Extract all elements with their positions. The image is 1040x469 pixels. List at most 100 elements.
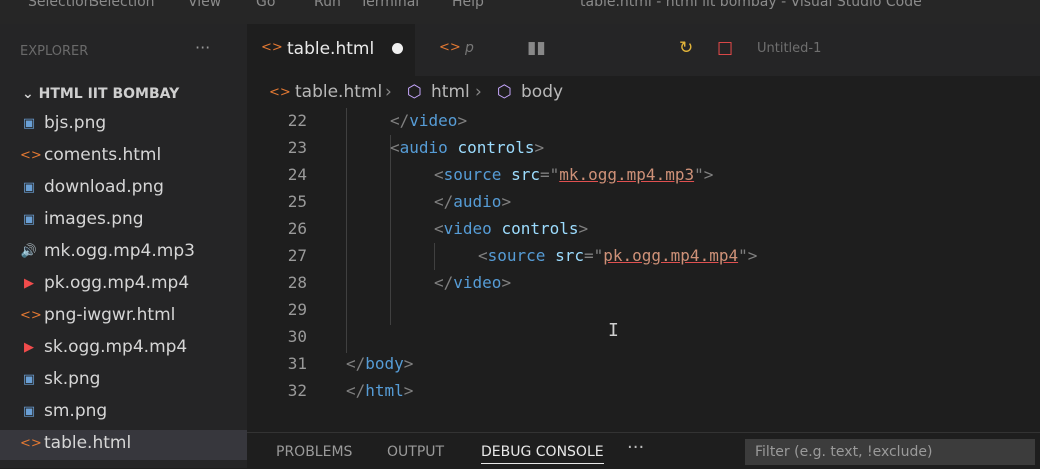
code-token: > xyxy=(457,111,468,130)
line-number: 32 xyxy=(287,381,307,400)
element-cube-icon: ⬡ xyxy=(407,82,422,102)
line-number: 26 xyxy=(287,219,307,238)
code-token: audio xyxy=(399,138,448,157)
code-token: > xyxy=(501,273,512,292)
code-token: video xyxy=(443,219,492,238)
tab-second[interactable]: <> p xyxy=(417,24,577,76)
code-token: controls xyxy=(447,138,535,157)
line-number: 27 xyxy=(287,246,307,265)
file-name: mk.ogg.mp4.mp3 xyxy=(44,241,195,261)
image-file-icon: ▣ xyxy=(22,404,36,419)
code-line[interactable]: 22 </video> xyxy=(247,108,1040,135)
line-number: 22 xyxy=(287,111,307,130)
breadcrumb-body[interactable]: body xyxy=(521,82,563,102)
audio-file-icon: 🔊 xyxy=(20,244,38,259)
file-item[interactable]: ▣ sm.png xyxy=(0,398,247,428)
code-line[interactable]: 23 <audio controls> xyxy=(247,135,1040,162)
tab-label: table.html xyxy=(287,39,375,59)
code-line[interactable]: 24 <source src="mk.ogg.mp4.mp3"> xyxy=(247,162,1040,189)
code-line[interactable]: 31 </body> xyxy=(247,351,1040,378)
code-text: <source src="pk.ogg.mp4.mp4"> xyxy=(478,246,757,265)
image-file-icon: ▣ xyxy=(22,372,36,387)
video-file-icon: ▶ xyxy=(24,276,34,291)
menu-bar: Selection Selection View Go Run Terminal… xyxy=(0,0,1040,24)
explorer-more-button[interactable]: ··· xyxy=(195,38,210,57)
code-token: video xyxy=(409,111,458,130)
code-line[interactable]: 27 <source src="pk.ogg.mp4.mp4"> xyxy=(247,243,1040,270)
menu-help[interactable]: Help xyxy=(452,0,484,10)
line-number: 23 xyxy=(287,138,307,157)
file-item[interactable]: ▣ bjs.png xyxy=(0,110,247,140)
file-item[interactable]: 🔊 mk.ogg.mp4.mp3 xyxy=(0,238,247,268)
file-item[interactable]: ▣ download.png xyxy=(0,174,247,204)
breadcrumb-file[interactable]: table.html xyxy=(295,82,382,102)
breadcrumb: <> table.html › ⬡ html › ⬡ body xyxy=(247,80,1040,108)
file-name: pk.ogg.mp4.mp4 xyxy=(44,273,190,293)
code-text: </audio> xyxy=(434,192,511,211)
split-editor-icon[interactable]: ▮▮ xyxy=(527,38,546,58)
file-name: sk.ogg.mp4.mp4 xyxy=(44,337,188,357)
folder-title[interactable]: ⌄ HTML IIT BOMBAY xyxy=(22,86,179,102)
code-token: body xyxy=(365,354,404,373)
code-line[interactable]: 29 xyxy=(247,297,1040,324)
tab-table-html[interactable]: <> table.html xyxy=(247,24,415,76)
code-token: controls xyxy=(491,219,579,238)
file-item[interactable]: <> coments.html xyxy=(0,142,247,172)
code-line[interactable]: 26 <video controls> xyxy=(247,216,1040,243)
file-item[interactable]: ▣ sk.png xyxy=(0,366,247,396)
filter-input[interactable]: Filter (e.g. text, !exclude) xyxy=(745,439,1035,465)
tab-untitled[interactable]: Untitled-1 xyxy=(757,41,821,56)
html-file-icon: <> xyxy=(439,40,461,55)
image-file-icon: ▣ xyxy=(22,212,36,227)
code-token: pk.ogg.mp4.mp4 xyxy=(603,246,739,265)
code-line[interactable]: 28 </video> xyxy=(247,270,1040,297)
unsaved-dot-icon[interactable] xyxy=(392,43,403,54)
code-token: src xyxy=(545,246,584,265)
code-token: =" xyxy=(539,165,560,184)
stop-icon[interactable]: □ xyxy=(717,38,733,58)
file-name: png-iwgwr.html xyxy=(44,305,176,325)
menu-terminal[interactable]: Terminal xyxy=(360,0,419,10)
menu-file[interactable]: Selection xyxy=(28,0,93,10)
tab-problems[interactable]: PROBLEMS xyxy=(276,444,352,460)
file-item[interactable]: <> png-iwgwr.html xyxy=(0,302,247,332)
panel-more-button[interactable]: ··· xyxy=(627,437,644,458)
tab-output[interactable]: OUTPUT xyxy=(387,444,444,460)
code-line[interactable]: 30 xyxy=(247,324,1040,351)
line-number: 25 xyxy=(287,192,307,211)
file-item[interactable]: ▣ images.png xyxy=(0,206,247,236)
code-text: </html> xyxy=(346,381,413,400)
code-token: "> xyxy=(694,165,714,184)
file-name: bjs.png xyxy=(44,113,107,133)
menu-go[interactable]: Go xyxy=(256,0,275,10)
restart-icon[interactable]: ↻ xyxy=(679,38,693,58)
folder-name: HTML IIT BOMBAY xyxy=(38,86,180,102)
code-token: mk.ogg.mp4.mp3 xyxy=(559,165,695,184)
chevron-right-icon: › xyxy=(475,82,482,102)
breadcrumb-html[interactable]: html xyxy=(431,82,470,102)
code-line[interactable]: 32 </html> xyxy=(247,378,1040,405)
code-text: </body> xyxy=(346,354,413,373)
menu-run[interactable]: Run xyxy=(314,0,341,10)
file-name: table.html xyxy=(44,433,132,453)
code-editor[interactable]: I 22 </video> 23 <audio controls> 24 <source … xyxy=(247,108,1040,408)
code-token: video xyxy=(453,273,502,292)
code-token: </ xyxy=(390,111,410,130)
video-file-icon: ▶ xyxy=(24,340,34,355)
file-item[interactable]: <> table.html xyxy=(0,430,247,460)
code-text: <source src="mk.ogg.mp4.mp3"> xyxy=(434,165,713,184)
line-number: 28 xyxy=(287,273,307,292)
code-token: </ xyxy=(434,192,454,211)
tab-debug-console[interactable]: DEBUG CONSOLE xyxy=(481,444,604,464)
code-text: </video> xyxy=(390,111,467,130)
tab-label: p xyxy=(465,40,474,56)
code-line[interactable]: 25 </audio> xyxy=(247,189,1040,216)
file-item[interactable]: ▶ sk.ogg.mp4.mp4 xyxy=(0,334,247,364)
explorer-header: EXPLORER xyxy=(20,44,89,59)
file-name: coments.html xyxy=(44,145,162,165)
code-token: source xyxy=(443,165,502,184)
file-item[interactable]: ▶ pk.ogg.mp4.mp4 xyxy=(0,270,247,300)
menu-view[interactable]: View xyxy=(188,0,221,10)
menu-selection[interactable]: Selection xyxy=(90,0,155,10)
code-token: < xyxy=(434,219,444,238)
